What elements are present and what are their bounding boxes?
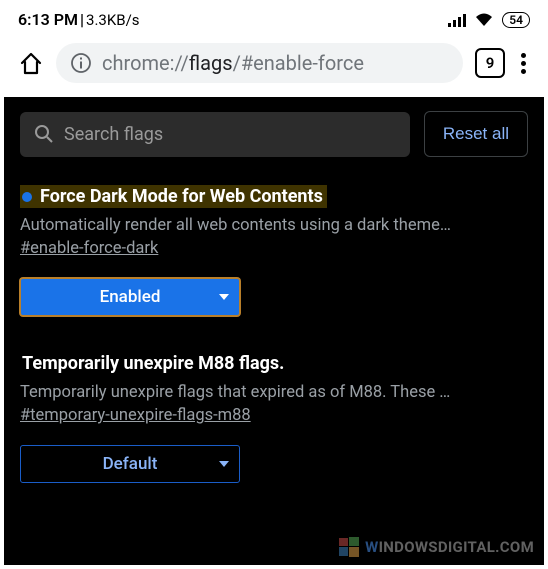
search-placeholder: Search flags [64, 124, 163, 145]
reset-all-button[interactable]: Reset all [424, 111, 528, 157]
flag-item: Temporarily unexpire M88 flags. Temporar… [4, 324, 544, 491]
menu-icon[interactable] [517, 49, 530, 78]
url-bar[interactable]: chrome://flags/#enable-force [56, 43, 463, 83]
flag-dropdown-value: Enabled [100, 287, 161, 307]
url-text: chrome://flags/#enable-force [102, 51, 364, 75]
watermark: WINDOWSDIGITAL.COM [339, 537, 534, 557]
battery-indicator: 54 [502, 12, 530, 28]
browser-toolbar: chrome://flags/#enable-force 9 [4, 33, 544, 97]
flag-title: Temporarily unexpire M88 flags. [22, 353, 284, 374]
modified-indicator-icon [22, 192, 32, 202]
flag-item: Force Dark Mode for Web Contents Automat… [4, 167, 544, 324]
signal-icon [448, 13, 466, 27]
chevron-down-icon [219, 461, 229, 467]
flags-page: Search flags Reset all Force Dark Mode f… [4, 97, 544, 565]
status-net-speed: 3.3KB/s [86, 11, 140, 29]
wifi-icon [474, 12, 494, 27]
flag-dropdown[interactable]: Enabled [20, 278, 240, 316]
flag-title-row: Temporarily unexpire M88 flags. [20, 352, 288, 375]
home-icon[interactable] [18, 50, 44, 76]
search-input[interactable]: Search flags [20, 112, 410, 157]
info-icon [70, 52, 92, 74]
status-sep: | [80, 10, 84, 29]
status-time: 6:13 PM [18, 10, 78, 29]
flag-anchor-link[interactable]: #temporary-unexpire-flags-m88 [20, 406, 251, 425]
flag-title-row: Force Dark Mode for Web Contents [20, 185, 327, 208]
windows-logo-icon [339, 537, 359, 557]
search-icon [34, 124, 54, 144]
flag-dropdown-value: Default [103, 454, 158, 474]
flag-dropdown[interactable]: Default [20, 445, 240, 483]
flag-title: Force Dark Mode for Web Contents [40, 186, 323, 207]
chevron-down-icon [219, 294, 229, 300]
status-bar: 6:13 PM | 3.3KB/s 54 [4, 4, 544, 33]
flag-description: Automatically render all web contents us… [20, 214, 528, 237]
flag-description: Temporarily unexpire flags that expired … [20, 381, 528, 404]
flag-anchor-link[interactable]: #enable-force-dark [20, 239, 158, 258]
tab-switcher[interactable]: 9 [475, 48, 505, 78]
